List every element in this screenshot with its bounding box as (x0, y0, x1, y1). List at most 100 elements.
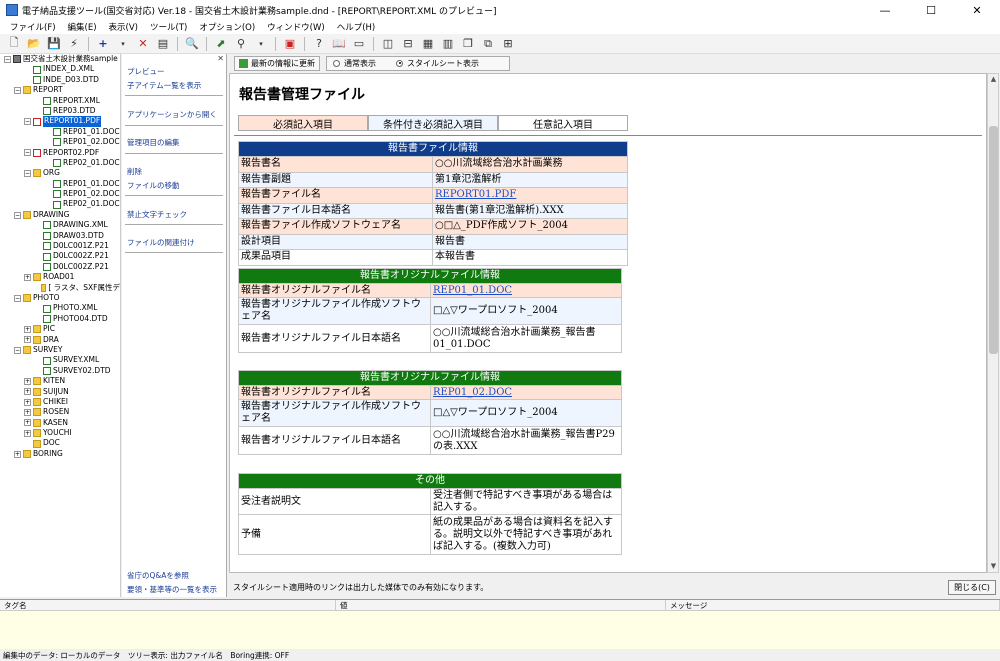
expand-icon[interactable]: + (24, 273, 31, 281)
expand-icon[interactable]: + (24, 377, 31, 385)
menu-item[interactable]: オプション(O) (199, 21, 255, 33)
tree-item[interactable]: REPORT.XML (0, 96, 120, 106)
tree-item[interactable]: DRAW03.DTD (0, 231, 120, 241)
delete-link[interactable]: 削除 (127, 166, 142, 177)
tree-item[interactable]: [ ラスタ、SXF属性デ (0, 283, 120, 293)
tree-item[interactable]: SURVEY.XML (0, 355, 120, 365)
expand-icon[interactable]: + (14, 450, 21, 458)
lightning-icon[interactable]: ⚡ (66, 36, 82, 52)
collapse-icon[interactable]: − (14, 86, 21, 94)
tree-item[interactable]: + ROAD01 (0, 272, 120, 282)
close-panel-icon[interactable]: ✕ (217, 54, 224, 63)
collapse-icon[interactable]: − (24, 169, 31, 177)
standards-link[interactable]: 要領・基準等の一覧を表示 (127, 584, 217, 595)
expand-icon[interactable]: + (24, 408, 31, 416)
tree-item[interactable]: D0LC002Z.P21 (0, 251, 120, 261)
tree-item[interactable]: DRAWING.XML (0, 220, 120, 230)
expand-icon[interactable]: + (24, 336, 31, 344)
report-file-link[interactable]: REPORT01.PDF (435, 189, 516, 200)
tree-item[interactable]: INDE_D03.DTD (0, 75, 120, 85)
edit-items-link[interactable]: 管理項目の編集 (127, 137, 180, 148)
open-app-link[interactable]: アプリケーションから開く (127, 109, 217, 120)
col-tag[interactable]: タグ名 (0, 600, 336, 610)
tree-item[interactable]: − SURVEY (0, 345, 120, 355)
tree-item[interactable]: − REPORT02.PDF (0, 148, 120, 158)
tree-item[interactable]: + CHIKEI (0, 397, 120, 407)
open-folder-icon[interactable]: 📂 (26, 36, 42, 52)
layout-icon[interactable]: ▥ (440, 36, 456, 52)
arrange-icon[interactable]: ⊞ (500, 36, 516, 52)
new-file-icon[interactable]: 🗋 (6, 36, 22, 52)
collapse-icon[interactable]: − (14, 294, 21, 302)
refresh-button[interactable]: 最新の情報に更新 (234, 55, 320, 71)
add-icon[interactable]: + (95, 36, 111, 52)
menu-item[interactable]: ヘルプ(H) (337, 21, 376, 33)
tree-item[interactable]: PHOTO04.DTD (0, 314, 120, 324)
window-icon[interactable]: ▭ (351, 36, 367, 52)
expand-icon[interactable]: + (24, 429, 31, 437)
expand-icon[interactable]: + (24, 419, 31, 427)
dropdown-icon[interactable]: ▾ (115, 36, 131, 52)
maximize-button[interactable]: ☐ (908, 0, 954, 20)
save-icon[interactable]: 💾 (46, 36, 62, 52)
help-icon[interactable]: ? (311, 36, 327, 52)
tree-item[interactable]: SURVEY02.DTD (0, 366, 120, 376)
tree-item[interactable]: − ORG (0, 168, 120, 178)
menu-item[interactable]: ツール(T) (150, 21, 187, 33)
tile-icon[interactable]: ⧉ (480, 36, 496, 52)
move-file-link[interactable]: ファイルの移動 (127, 180, 180, 191)
tree-item[interactable]: + BORING (0, 449, 120, 459)
vertical-scrollbar[interactable]: ▲ ▼ (987, 73, 999, 573)
tree-item[interactable]: REP01_02.DOC (0, 189, 120, 199)
orig-file-link[interactable]: REP01_01.DOC (433, 285, 512, 296)
close-preview-button[interactable]: 閉じる(C) (948, 579, 996, 595)
tree-item[interactable]: D0LC002Z.P21 (0, 262, 120, 272)
menu-item[interactable]: 表示(V) (109, 21, 138, 33)
forbidden-check-link[interactable]: 禁止文字チェック (127, 209, 187, 220)
check-icon[interactable]: ▣ (282, 36, 298, 52)
tree-item[interactable]: DOC (0, 438, 120, 448)
tree-item[interactable]: − REPORT (0, 85, 120, 95)
relate-file-link[interactable]: ファイルの関連付け (127, 237, 195, 248)
collapse-icon[interactable]: − (24, 118, 31, 126)
collapse-icon[interactable]: − (4, 55, 11, 63)
stylesheet-view-radio[interactable]: スタイルシート表示 (396, 58, 479, 69)
delete-icon[interactable]: ✕ (135, 36, 151, 52)
expand-icon[interactable]: + (24, 388, 31, 396)
qa-link[interactable]: 省庁のQ&Aを参照 (127, 570, 189, 581)
binoculars-icon[interactable]: ⚲ (233, 36, 249, 52)
tree-item[interactable]: − REPORT01.PDF (0, 116, 120, 127)
book-icon[interactable]: 📖 (331, 36, 347, 52)
tree-item[interactable]: + YOUCHI (0, 428, 120, 438)
tree-item[interactable]: + KITEN (0, 376, 120, 386)
split-vertical-icon[interactable]: ◫ (380, 36, 396, 52)
col-message[interactable]: メッセージ (666, 600, 1000, 610)
tree-item[interactable]: + PIC (0, 324, 120, 334)
preview-link[interactable]: プレビュー (127, 66, 165, 77)
collapse-icon[interactable]: − (14, 211, 21, 219)
export-icon[interactable]: ⬈ (213, 36, 229, 52)
menu-item[interactable]: ファイル(F) (10, 21, 56, 33)
tree-item[interactable]: REP02_01.DOC (0, 199, 120, 209)
menu-item[interactable]: 編集(E) (68, 21, 97, 33)
tree-item[interactable]: − PHOTO (0, 293, 120, 303)
tree-item[interactable]: − 国交省土木設計業務sample (0, 54, 120, 64)
close-window-button[interactable]: ✕ (954, 0, 1000, 20)
collapse-icon[interactable]: − (14, 346, 21, 354)
normal-view-radio[interactable]: 通常表示 (333, 58, 376, 69)
tree-item[interactable]: REP01_01.DOC (0, 179, 120, 189)
menu-item[interactable]: ウィンドウ(W) (267, 21, 325, 33)
tree-item[interactable]: + DRA (0, 335, 120, 345)
tree-item[interactable]: REP03.DTD (0, 106, 120, 116)
tree-item[interactable]: REP02_01.DOC (0, 158, 120, 168)
col-value[interactable]: 値 (336, 600, 666, 610)
dropdown-icon[interactable]: ▾ (253, 36, 269, 52)
collapse-icon[interactable]: − (24, 149, 31, 157)
tree-item[interactable]: INDEX_D.XML (0, 64, 120, 74)
expand-icon[interactable]: + (24, 398, 31, 406)
layout-icon[interactable]: ▦ (420, 36, 436, 52)
tree-item[interactable]: + KASEN (0, 418, 120, 428)
cascade-icon[interactable]: ❐ (460, 36, 476, 52)
tree-item[interactable]: − DRAWING (0, 210, 120, 220)
preview-icon[interactable]: 🔍 (184, 36, 200, 52)
